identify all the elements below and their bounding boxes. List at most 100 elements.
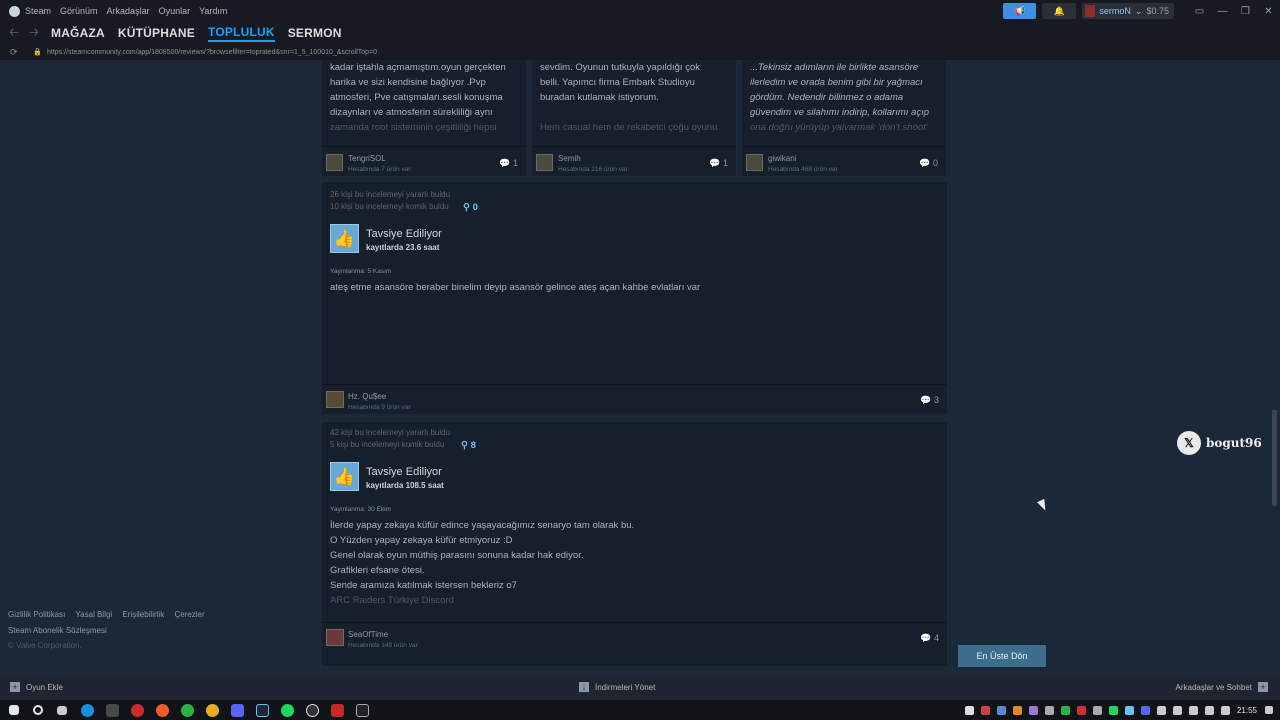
clock[interactable]: 21:55 (1237, 706, 1257, 715)
chrome-icon[interactable] (206, 703, 219, 717)
steam-icon[interactable] (256, 703, 269, 717)
comment-count[interactable]: 💬 1 (709, 158, 728, 169)
nav-community[interactable]: TOPLULUK (208, 25, 275, 42)
avatar[interactable] (536, 154, 553, 171)
close-icon[interactable]: ✕ (1257, 6, 1280, 17)
edge-icon[interactable] (81, 703, 94, 717)
review-author[interactable]: Semih Hesabında 216 ürün var 💬 1 (532, 146, 736, 176)
review-card[interactable]: 42 kişi bu incelemeyi yararlı buldu 5 ki… (322, 422, 947, 666)
nvidia-icon[interactable] (1060, 705, 1070, 715)
comment-icon: 💬 (920, 633, 932, 643)
review-author[interactable]: SeaOfTime Hesabında 149 ürün var 💬 4 (322, 622, 947, 652)
tray-app-icon[interactable] (1076, 705, 1086, 715)
brave-icon[interactable] (156, 703, 169, 717)
volume-icon[interactable] (1220, 705, 1230, 715)
mic-icon[interactable] (980, 705, 990, 715)
award-count[interactable]: ⚲ 8 (461, 440, 476, 451)
menu-friends[interactable]: Arkadaşlar (107, 6, 150, 16)
system-tray: 21:55 (964, 700, 1280, 720)
recorder-icon[interactable] (331, 703, 344, 717)
account-menu[interactable]: sermoN ⌄ $0.75 (1082, 3, 1174, 19)
nav-profile[interactable]: SERMON (288, 26, 342, 40)
tray-app-icon[interactable] (1172, 705, 1182, 715)
search-icon[interactable] (33, 705, 43, 715)
review-line: gördüm. Nedendir bilinmez o adama (750, 92, 904, 103)
cookies-link[interactable]: Çerezler (174, 610, 204, 619)
scrollbar-thumb[interactable] (1272, 410, 1277, 506)
review-text: İlerde yapay zekaya küfür edince yaşayac… (330, 518, 634, 608)
windows-start-icon[interactable] (9, 705, 19, 715)
task-view-icon[interactable] (57, 705, 67, 715)
author-name[interactable]: Semih (558, 154, 581, 163)
minimize-icon[interactable]: — (1211, 6, 1234, 17)
back-to-top-button[interactable]: En Üste Dön (958, 645, 1046, 667)
big-picture-icon[interactable]: ▭ (1188, 6, 1211, 17)
review-card[interactable]: sevdim. Oyunun tutkuyla yapıldığı çok be… (532, 60, 736, 176)
back-arrow-icon[interactable]: 🡠 (4, 23, 24, 44)
author-name[interactable]: SeaOfTime (348, 630, 388, 639)
tray-app-icon[interactable] (996, 705, 1006, 715)
review-author[interactable]: Hz. Qu$ee Hesabında 9 ürün var 💬 3 (322, 384, 947, 414)
nav-store[interactable]: MAĞAZA (51, 26, 105, 40)
discord-tray-icon[interactable] (1140, 705, 1150, 715)
obs-icon[interactable] (306, 703, 319, 717)
game-icon[interactable] (356, 703, 369, 717)
nav-library[interactable]: KÜTÜPHANE (118, 26, 195, 40)
review-verdict[interactable]: Tavsiye Ediliyor (366, 228, 442, 240)
review-card[interactable]: kadar iştahla açmamıştım.oyun gerçekten … (322, 60, 526, 176)
review-author[interactable]: giwikani Hesabında 468 ürün var 💬 0 (742, 146, 946, 176)
pen-icon[interactable] (1028, 705, 1038, 715)
avatar[interactable] (746, 154, 763, 171)
notifications-button[interactable]: 🔔 (1042, 3, 1077, 19)
menu-help[interactable]: Yardım (199, 6, 227, 16)
spotify-icon[interactable] (281, 703, 294, 717)
review-verdict[interactable]: Tavsiye Ediliyor (366, 466, 442, 478)
menu-games[interactable]: Oyunlar (159, 6, 191, 16)
review-card[interactable]: ...Tekinsiz adımların ile birlikte asans… (742, 60, 946, 176)
tray-app-icon[interactable] (1092, 705, 1102, 715)
add-game-button[interactable]: + Oyun Ekle (10, 682, 63, 692)
avatar[interactable] (326, 154, 343, 171)
keyboard-icon[interactable] (1188, 705, 1198, 715)
maximize-icon[interactable]: ❐ (1234, 6, 1257, 17)
avatar[interactable] (326, 629, 344, 646)
tray-app-icon[interactable] (1156, 705, 1166, 715)
app-icon[interactable] (181, 703, 194, 717)
url-text[interactable]: https://steamcommunity.com/app/1808500/r… (47, 49, 377, 56)
tray-app-icon[interactable] (1044, 705, 1054, 715)
comment-count[interactable]: 💬 1 (499, 158, 518, 169)
footer-links: Gizlilik Politikası Yasal Bilgi Erişileb… (8, 610, 213, 619)
network-icon[interactable] (1204, 705, 1214, 715)
notification-center-icon[interactable] (1265, 706, 1273, 714)
headset-icon[interactable] (964, 705, 974, 715)
review-excerpt: ...Tekinsiz adımların ile birlikte asans… (750, 60, 940, 146)
cloud-icon[interactable] (1012, 705, 1022, 715)
comment-count[interactable]: 💬 4 (920, 633, 939, 644)
file-explorer-icon[interactable] (106, 703, 119, 717)
subscriber-agreement-link[interactable]: Steam Abonelik Sözleşmesi (8, 626, 107, 635)
review-line-faded: zamanda root sisteminin çeşitliliği heps… (330, 122, 497, 133)
discord-icon[interactable] (231, 703, 244, 717)
legal-link[interactable]: Yasal Bilgi (75, 610, 112, 619)
privacy-link[interactable]: Gizlilik Politikası (8, 610, 65, 619)
award-count[interactable]: ⚲ 0 (463, 202, 478, 213)
author-name[interactable]: giwikani (768, 154, 796, 163)
comment-count[interactable]: 💬 3 (920, 395, 939, 406)
opera-icon[interactable] (131, 703, 144, 717)
menu-view[interactable]: Görünüm (60, 6, 98, 16)
review-card[interactable]: 26 kişi bu incelemeyi yararlı buldu 10 k… (322, 182, 947, 414)
spotify-tray-icon[interactable] (1108, 705, 1118, 715)
menu-steam[interactable]: Steam (25, 6, 51, 16)
author-name[interactable]: TengriSOL (348, 154, 386, 163)
avatar[interactable] (326, 391, 344, 408)
reload-icon[interactable]: ⟳ (10, 47, 24, 58)
steam-tray-icon[interactable] (1124, 705, 1134, 715)
friends-chat-button[interactable]: Arkadaşlar ve Sohbet + (1176, 682, 1268, 692)
forward-arrow-icon[interactable]: 🡢 (24, 23, 44, 44)
comment-count[interactable]: 💬 0 (919, 158, 938, 169)
author-name[interactable]: Hz. Qu$ee (348, 392, 386, 401)
manage-downloads-button[interactable]: ↓ İndirmeleri Yönet (579, 682, 655, 692)
accessibility-link[interactable]: Erişilebilirlik (122, 610, 164, 619)
announcements-button[interactable]: 📢 (1003, 3, 1037, 19)
review-author[interactable]: TengriSOL Hesabında 7 ürün var 💬 1 (322, 146, 526, 176)
